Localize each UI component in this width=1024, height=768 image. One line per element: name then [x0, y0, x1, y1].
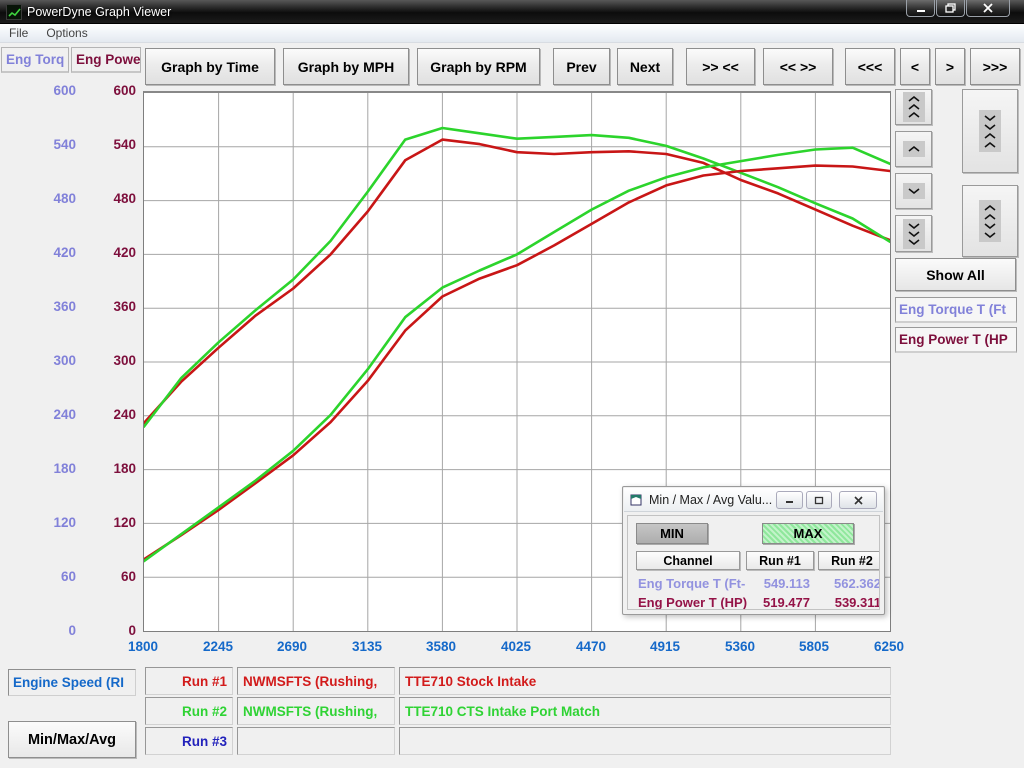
title-bar[interactable]: PowerDyne Graph Viewer: [0, 0, 1024, 24]
y-scroll-down-button[interactable]: [895, 173, 932, 209]
run2-label: Run #2: [145, 697, 233, 725]
minmax-window-title: Min / Max / Avg Valu...: [649, 493, 772, 507]
rpm-x-tick: 3135: [335, 639, 399, 654]
rpm-x-tick: 5360: [708, 639, 772, 654]
run2-source-box: NWMSFTS (Rushing,: [237, 697, 395, 725]
show-all-button[interactable]: Show All: [895, 258, 1016, 291]
power-row-label: Eng Power T (HP): [638, 595, 747, 610]
graph-by-rpm-button[interactable]: Graph by RPM: [417, 48, 540, 85]
power-run1-max: 519.477: [740, 595, 810, 610]
y-scroll-down-fast-button[interactable]: [895, 215, 932, 252]
power-y-tick: 420: [60, 245, 136, 261]
rpm-x-tick: 4915: [633, 639, 697, 654]
rpm-x-tick: 6250: [857, 639, 921, 654]
minmax-title-bar[interactable]: Min / Max / Avg Valu...: [624, 488, 883, 512]
power-y-tick: 60: [60, 569, 136, 585]
window-title: PowerDyne Graph Viewer: [27, 5, 171, 19]
minimize-button[interactable]: [906, 0, 935, 17]
menu-file[interactable]: File: [0, 25, 37, 41]
torque-channel-label[interactable]: Eng Torque T (Ft: [895, 297, 1017, 323]
rpm-x-tick: 3580: [409, 639, 473, 654]
powerdyne-window: { "window": { "title": "PowerDyne Graph …: [0, 0, 1024, 768]
power-y-tick: 240: [60, 407, 136, 423]
scroll-right-button[interactable]: >: [935, 48, 965, 85]
prev-button[interactable]: Prev: [553, 48, 610, 85]
minmax-content: MIN MAX Channel Run #1 Run #2 Eng Torque…: [627, 515, 880, 610]
rpm-x-tick: 1800: [111, 639, 175, 654]
zoom-out-x-button[interactable]: << >>: [763, 48, 833, 85]
run3-label: Run #3: [145, 727, 233, 755]
minmax-restore-button[interactable]: [806, 491, 832, 509]
channel-column-header[interactable]: Channel: [636, 551, 740, 570]
torque-row-label: Eng Torque T (Ft-: [638, 576, 745, 591]
triple-chevron-down-icon: [903, 219, 925, 249]
y-zoom-in-button[interactable]: [962, 89, 1018, 173]
scroll-left-button[interactable]: <: [900, 48, 930, 85]
run2-note-box: TTE710 CTS Intake Port Match: [399, 697, 891, 725]
power-y-tick: 480: [60, 191, 136, 207]
torque-run1-max: 549.113: [740, 576, 810, 591]
run3-source-box: [237, 727, 395, 755]
rpm-x-tick: 4470: [559, 639, 623, 654]
run3-note-box: [399, 727, 891, 755]
torque-axis-header[interactable]: Eng Torq: [1, 47, 69, 73]
run1-label: Run #1: [145, 667, 233, 695]
scroll-far-right-button[interactable]: >>>: [970, 48, 1020, 85]
y-zoom-out-button[interactable]: [962, 185, 1018, 257]
graph-by-mph-button[interactable]: Graph by MPH: [283, 48, 409, 85]
menu-bar: File Options: [0, 24, 1024, 43]
triple-chevron-up-icon: [903, 92, 925, 122]
next-button[interactable]: Next: [617, 48, 673, 85]
power-run2-max: 539.311: [811, 595, 880, 610]
collapse-vertical-icon: [979, 110, 1001, 152]
power-y-tick: 180: [60, 461, 136, 477]
x-axis-title-box: Engine Speed (RI: [8, 669, 136, 696]
min-button[interactable]: MIN: [636, 523, 708, 544]
power-y-tick: 300: [60, 353, 136, 369]
y-scroll-up-button[interactable]: [895, 131, 932, 167]
power-y-tick: 600: [60, 83, 136, 99]
rpm-x-tick: 4025: [484, 639, 548, 654]
run2-column-header[interactable]: Run #2: [818, 551, 880, 570]
power-y-tick: 120: [60, 515, 136, 531]
form-icon: [630, 494, 643, 506]
close-button[interactable]: [966, 0, 1010, 17]
minmax-minimize-button[interactable]: [776, 491, 803, 509]
expand-vertical-icon: [979, 200, 1001, 242]
power-channel-label[interactable]: Eng Power T (HP: [895, 327, 1017, 353]
rpm-x-tick: 5805: [782, 639, 846, 654]
minmax-close-button[interactable]: [839, 491, 877, 509]
y-scroll-up-fast-button[interactable]: [895, 89, 932, 125]
menu-options[interactable]: Options: [37, 25, 96, 41]
power-y-tick: 0: [60, 623, 136, 639]
torque-run2-max: 562.362: [811, 576, 880, 591]
run1-source-box: NWMSFTS (Rushing,: [237, 667, 395, 695]
app-icon: [6, 4, 22, 20]
run1-column-header[interactable]: Run #1: [746, 551, 814, 570]
chevron-down-icon: [903, 183, 925, 199]
maximize-button[interactable]: [936, 0, 965, 17]
min-max-avg-window[interactable]: Min / Max / Avg Valu... MIN MAX Channel …: [622, 486, 885, 615]
chevron-up-icon: [903, 141, 925, 157]
min-max-avg-button[interactable]: Min/Max/Avg: [8, 721, 136, 758]
power-axis-header[interactable]: Eng Powe: [71, 47, 141, 73]
rpm-x-tick: 2690: [260, 639, 324, 654]
power-y-tick: 360: [60, 299, 136, 315]
max-button[interactable]: MAX: [762, 523, 854, 544]
scroll-far-left-button[interactable]: <<<: [845, 48, 895, 85]
graph-by-time-button[interactable]: Graph by Time: [145, 48, 275, 85]
run1-note-box: TTE710 Stock Intake: [399, 667, 891, 695]
power-y-tick: 540: [60, 137, 136, 153]
rpm-x-tick: 2245: [186, 639, 250, 654]
zoom-in-x-button[interactable]: >> <<: [686, 48, 755, 85]
